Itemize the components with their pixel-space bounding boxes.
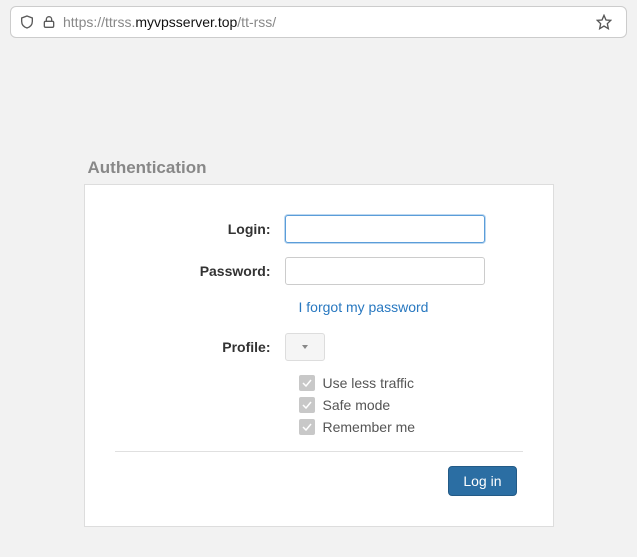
checkbox-remember-me[interactable]: Remember me — [299, 419, 523, 435]
profile-label: Profile: — [115, 339, 285, 355]
url-path: /tt-rss/ — [237, 14, 276, 30]
url-prefix: https://ttrss. — [63, 14, 135, 30]
check-icon — [299, 375, 315, 391]
chevron-down-icon — [302, 345, 308, 349]
url-host: myvpsserver.top — [135, 14, 237, 30]
login-input[interactable] — [285, 215, 485, 243]
password-label: Password: — [115, 263, 285, 279]
password-input[interactable] — [285, 257, 485, 285]
profile-select[interactable] — [285, 333, 325, 361]
checkbox-safe-mode[interactable]: Safe mode — [299, 397, 523, 413]
separator — [115, 451, 523, 452]
shield-icon — [19, 14, 35, 30]
auth-panel: Login: Password: I forgot my password Pr… — [84, 184, 554, 527]
checkbox-label: Use less traffic — [323, 375, 415, 391]
forgot-password-link[interactable]: I forgot my password — [299, 299, 429, 315]
lock-icon — [41, 14, 57, 30]
login-label: Login: — [115, 221, 285, 237]
check-icon — [299, 419, 315, 435]
login-button[interactable]: Log in — [448, 466, 516, 496]
url-text[interactable]: https://ttrss.myvpsserver.top/tt-rss/ — [63, 14, 596, 30]
checkbox-label: Remember me — [323, 419, 416, 435]
panel-title: Authentication — [84, 158, 554, 178]
address-bar[interactable]: https://ttrss.myvpsserver.top/tt-rss/ — [10, 6, 627, 38]
check-icon — [299, 397, 315, 413]
bookmark-star-icon[interactable] — [596, 14, 612, 30]
checkbox-use-less-traffic[interactable]: Use less traffic — [299, 375, 523, 391]
checkbox-label: Safe mode — [323, 397, 391, 413]
